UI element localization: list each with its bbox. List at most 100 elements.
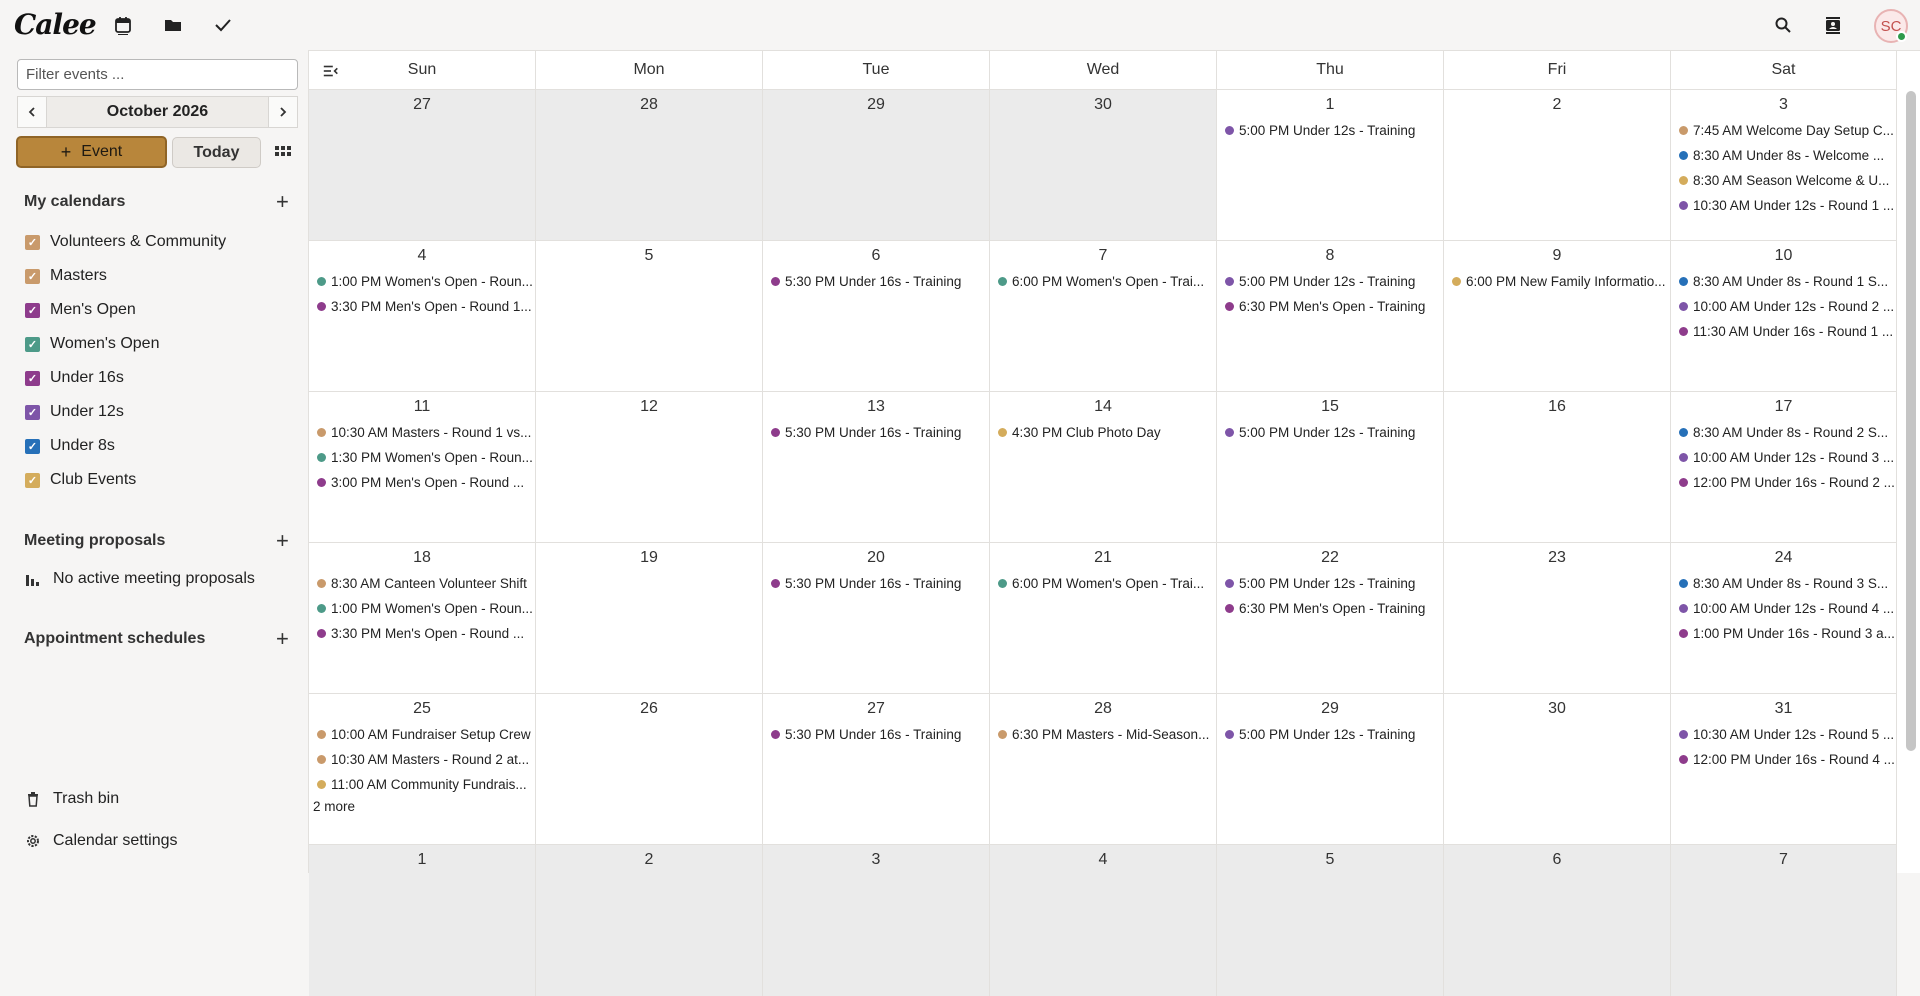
day-cell[interactable]: 13 5:30 PM Under 16s - Training — [763, 392, 990, 543]
event-chip[interactable]: 10:00 AM Fundraiser Setup Crew — [309, 722, 535, 747]
calendar-item[interactable]: ✓ Under 12s — [25, 403, 124, 421]
day-number[interactable]: 2 — [1444, 96, 1670, 116]
day-cell[interactable]: 27 — [309, 90, 536, 241]
day-number[interactable]: 22 — [1217, 549, 1443, 569]
today-button[interactable]: Today — [172, 137, 261, 168]
app-logo[interactable]: Calee — [14, 8, 97, 41]
day-cell[interactable]: 12 — [536, 392, 763, 543]
day-number[interactable]: 30 — [1444, 700, 1670, 720]
event-chip[interactable]: 11:30 AM Under 16s - Round 1 ... — [1671, 319, 1896, 344]
event-chip[interactable]: 6:30 PM Men's Open - Training — [1217, 294, 1443, 319]
day-number[interactable]: 5 — [536, 247, 762, 267]
day-number[interactable]: 24 — [1671, 549, 1896, 569]
day-cell[interactable]: 20 5:30 PM Under 16s - Training — [763, 543, 990, 694]
folder-icon[interactable] — [160, 12, 186, 38]
event-chip[interactable]: 10:30 AM Masters - Round 1 vs... — [309, 420, 535, 445]
day-cell[interactable]: 14 4:30 PM Club Photo Day — [990, 392, 1217, 543]
day-number[interactable]: 27 — [763, 700, 989, 720]
day-number[interactable]: 4 — [309, 247, 535, 267]
event-chip[interactable]: 5:00 PM Under 12s - Training — [1217, 269, 1443, 294]
calendar-item[interactable]: ✓ Under 8s — [25, 437, 115, 455]
calendar-item[interactable]: ✓ Under 16s — [25, 369, 124, 387]
calendar-checkbox[interactable]: ✓ — [25, 234, 40, 250]
calendar-item[interactable]: ✓ Volunteers & Community — [25, 233, 226, 251]
day-cell[interactable]: 7 — [1671, 845, 1897, 996]
day-cell[interactable]: 10 8:30 AM Under 8s - Round 1 S... 10:00 A… — [1671, 241, 1897, 392]
next-month-button[interactable] — [268, 96, 298, 128]
event-chip[interactable]: 3:30 PM Men's Open - Round ... — [309, 621, 535, 646]
event-chip[interactable]: 1:00 PM Women's Open - Roun... — [309, 269, 535, 294]
event-chip[interactable]: 5:30 PM Under 16s - Training — [763, 722, 989, 747]
search-icon[interactable] — [1770, 12, 1796, 38]
event-chip[interactable]: 3:00 PM Men's Open - Round ... — [309, 470, 535, 495]
day-number[interactable]: 28 — [990, 700, 1216, 720]
event-chip[interactable]: 6:00 PM New Family Informatio... — [1444, 269, 1670, 294]
calendar-settings-link[interactable]: Calendar settings — [25, 832, 178, 850]
event-chip[interactable]: 10:30 AM Masters - Round 2 at... — [309, 747, 535, 772]
event-chip[interactable]: 6:00 PM Women's Open - Trai... — [990, 269, 1216, 294]
day-number[interactable]: 3 — [763, 851, 989, 871]
event-chip[interactable]: 1:00 PM Under 16s - Round 3 a... — [1671, 621, 1896, 646]
day-number[interactable]: 31 — [1671, 700, 1896, 720]
contacts-icon[interactable] — [1820, 12, 1846, 38]
event-chip[interactable]: 5:30 PM Under 16s - Training — [763, 269, 989, 294]
event-chip[interactable]: 10:30 AM Under 12s - Round 5 ... — [1671, 722, 1896, 747]
event-chip[interactable]: 8:30 AM Under 8s - Round 3 S... — [1671, 571, 1896, 596]
day-number[interactable]: 25 — [309, 700, 535, 720]
day-number[interactable]: 14 — [990, 398, 1216, 418]
calendar-scrollbar[interactable] — [1906, 91, 1916, 751]
day-number[interactable]: 6 — [1444, 851, 1670, 871]
day-cell[interactable]: 28 — [536, 90, 763, 241]
day-number[interactable]: 5 — [1217, 851, 1443, 871]
avatar[interactable]: SC — [1874, 9, 1908, 43]
day-number[interactable]: 6 — [763, 247, 989, 267]
day-cell[interactable]: 25 10:00 AM Fundraiser Setup Crew 10:30 AM… — [309, 694, 536, 845]
day-number[interactable]: 16 — [1444, 398, 1670, 418]
event-chip[interactable]: 10:30 AM Under 12s - Round 1 ... — [1671, 193, 1896, 218]
event-chip[interactable]: 8:30 AM Canteen Volunteer Shift — [309, 571, 535, 596]
day-cell[interactable]: 11 10:30 AM Masters - Round 1 vs... 1:30 P… — [309, 392, 536, 543]
day-number[interactable]: 30 — [990, 96, 1216, 116]
day-cell[interactable]: 15 5:00 PM Under 12s - Training — [1217, 392, 1444, 543]
calendar-checkbox[interactable]: ✓ — [25, 404, 40, 420]
current-month-label[interactable]: October 2026 — [47, 96, 268, 128]
day-cell[interactable]: 4 — [990, 845, 1217, 996]
event-chip[interactable]: 5:00 PM Under 12s - Training — [1217, 571, 1443, 596]
event-chip[interactable]: 8:30 AM Season Welcome & U... — [1671, 168, 1896, 193]
calendar-item[interactable]: ✓ Men's Open — [25, 301, 136, 319]
day-cell[interactable]: 1 5:00 PM Under 12s - Training — [1217, 90, 1444, 241]
calendar-checkbox[interactable]: ✓ — [25, 336, 40, 352]
add-appointment-schedule-icon[interactable]: + — [276, 628, 289, 650]
event-chip[interactable]: 10:00 AM Under 12s - Round 3 ... — [1671, 445, 1896, 470]
day-number[interactable]: 8 — [1217, 247, 1443, 267]
day-cell[interactable]: 5 — [1217, 845, 1444, 996]
event-chip[interactable]: 1:30 PM Women's Open - Roun... — [309, 445, 535, 470]
more-events-link[interactable]: 2 more — [309, 799, 535, 814]
event-chip[interactable]: 5:00 PM Under 12s - Training — [1217, 722, 1443, 747]
day-cell[interactable]: 30 — [990, 90, 1217, 241]
trash-bin-link[interactable]: Trash bin — [25, 790, 119, 808]
day-cell[interactable]: 21 6:00 PM Women's Open - Trai... — [990, 543, 1217, 694]
calendar-item[interactable]: ✓ Masters — [25, 267, 107, 285]
event-chip[interactable]: 3:30 PM Men's Open - Round 1... — [309, 294, 535, 319]
day-number[interactable]: 29 — [763, 96, 989, 116]
calendar-checkbox[interactable]: ✓ — [25, 302, 40, 318]
add-calendar-icon[interactable]: + — [276, 191, 289, 213]
day-number[interactable]: 13 — [763, 398, 989, 418]
day-cell[interactable]: 2 — [536, 845, 763, 996]
day-number[interactable]: 2 — [536, 851, 762, 871]
event-chip[interactable]: 8:30 AM Under 8s - Welcome ... — [1671, 143, 1896, 168]
event-chip[interactable]: 5:00 PM Under 12s - Training — [1217, 420, 1443, 445]
day-cell[interactable]: 29 5:00 PM Under 12s - Training — [1217, 694, 1444, 845]
event-chip[interactable]: 12:00 PM Under 16s - Round 2 ... — [1671, 470, 1896, 495]
day-cell[interactable]: 31 10:30 AM Under 12s - Round 5 ... 12:00 … — [1671, 694, 1897, 845]
event-chip[interactable]: 5:00 PM Under 12s - Training — [1217, 118, 1443, 143]
day-number[interactable]: 28 — [536, 96, 762, 116]
day-cell[interactable]: 24 8:30 AM Under 8s - Round 3 S... 10:00 A… — [1671, 543, 1897, 694]
day-number[interactable]: 1 — [309, 851, 535, 871]
event-chip[interactable]: 1:00 PM Women's Open - Roun... — [309, 596, 535, 621]
event-chip[interactable]: 8:30 AM Under 8s - Round 1 S... — [1671, 269, 1896, 294]
day-cell[interactable]: 3 7:45 AM Welcome Day Setup C... 8:30 AM U… — [1671, 90, 1897, 241]
day-cell[interactable]: 1 — [309, 845, 536, 996]
event-chip[interactable]: 6:00 PM Women's Open - Trai... — [990, 571, 1216, 596]
